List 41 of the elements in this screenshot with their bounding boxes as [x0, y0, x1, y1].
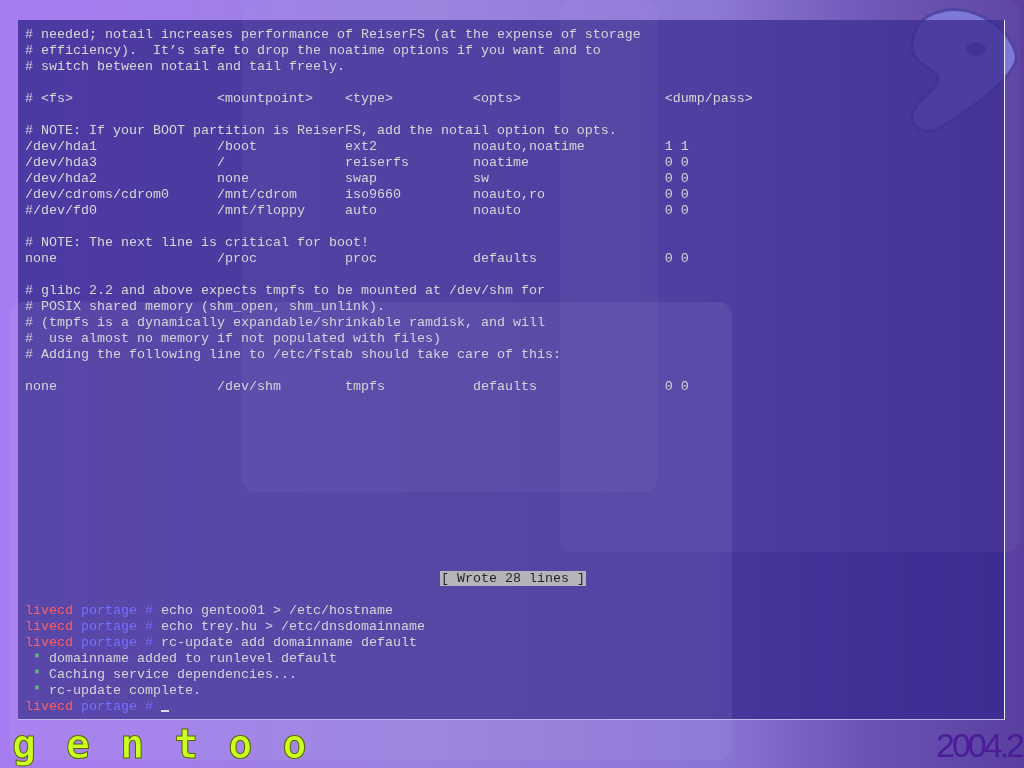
- console-line: domainname added to runlevel default: [49, 651, 337, 666]
- console-line: # POSIX shared memory (shm_open, shm_unlink).: [25, 299, 385, 314]
- console-line: # needed; notail increases performance of ReiserFS (at the expense of storage: [25, 27, 641, 42]
- prompt-directory: portage: [81, 635, 137, 650]
- command-text: rc-update add domainname default: [161, 635, 417, 650]
- console-line: Caching service dependencies...: [49, 667, 297, 682]
- console-line: # use almost no memory if not populated with files): [25, 331, 441, 346]
- console-line: /dev/cdroms/cdrom0 /mnt/cdrom iso9660 noauto,ro 0 0: [25, 187, 689, 202]
- console-line: /dev/hda2 none swap sw 0 0: [25, 171, 689, 186]
- command-text: echo gentoo01 > /etc/hostname: [161, 603, 393, 618]
- prompt-symbol: #: [145, 619, 153, 634]
- prompt-symbol: #: [145, 603, 153, 618]
- console-line: # efficiency). It’s safe to drop the noatime options if you want and to: [25, 43, 601, 58]
- prompt-symbol: #: [145, 635, 153, 650]
- console-line: # glibc 2.2 and above expects tmpfs to be mounted at /dev/shm for: [25, 283, 545, 298]
- console-line: #/dev/fd0 /mnt/floppy auto noauto 0 0: [25, 203, 689, 218]
- prompt-host: livecd: [25, 619, 73, 634]
- prompt-directory: portage: [81, 619, 137, 634]
- console-line: # (tmpfs is a dynamically expandable/shrinkable ramdisk, and will: [25, 315, 545, 330]
- console-line: # <fs> <mountpoint> <type> <opts> <dump/pass>: [25, 91, 753, 106]
- status-message: [ Wrote 28 lines ]: [440, 571, 586, 586]
- prompt-host: livecd: [25, 699, 73, 714]
- command-text: echo trey.hu > /etc/dnsdomainname: [161, 619, 425, 634]
- bullet-icon: *: [25, 651, 41, 666]
- console-line: none /proc proc defaults 0 0: [25, 251, 689, 266]
- console-line: /dev/hda1 /boot ext2 noauto,noatime 1 1: [25, 139, 689, 154]
- console-line: # NOTE: The next line is critical for boot!: [25, 235, 369, 250]
- prompt-host: livecd: [25, 635, 73, 650]
- gentoo-wordmark: gentoo: [12, 724, 337, 764]
- console-line: none /dev/shm tmpfs defaults 0 0: [25, 379, 689, 394]
- bullet-icon: *: [25, 683, 41, 698]
- console-line: # NOTE: If your BOOT partition is ReiserFS, add the notail option to opts.: [25, 123, 617, 138]
- console-line: /dev/hda3 / reiserfs noatime 0 0: [25, 155, 689, 170]
- prompt-directory: portage: [81, 603, 137, 618]
- prompt-directory: portage: [81, 699, 137, 714]
- prompt-host: livecd: [25, 603, 73, 618]
- prompt-symbol: #: [145, 699, 153, 714]
- console-line: # switch between notail and tail freely.: [25, 59, 345, 74]
- console-line: # Adding the following line to /etc/fstab should take care of this:: [25, 347, 561, 362]
- console-line: rc-update complete.: [49, 683, 201, 698]
- bullet-icon: *: [25, 667, 41, 682]
